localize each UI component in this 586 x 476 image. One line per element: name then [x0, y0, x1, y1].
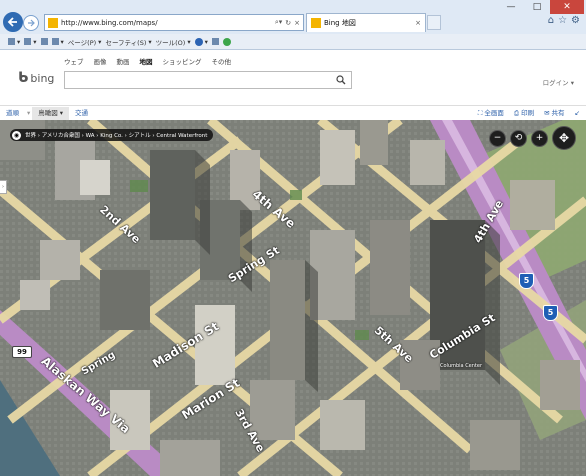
favorites-star-icon[interactable]: ☆ — [558, 15, 567, 26]
scope-nav: ウェブ 画像 動画 地図 ショッピング その他 — [64, 56, 231, 66]
address-url: http://www.bing.com/maps/ — [61, 18, 158, 27]
tab-bing-maps[interactable]: Bing 地図 × — [306, 13, 426, 32]
collapse-button[interactable]: ↙ — [573, 107, 582, 120]
fullscreen-label: 全画面 — [484, 109, 504, 117]
feeds-cmd-button[interactable]: ▾ — [24, 38, 37, 46]
expand-panel-tab[interactable]: › — [0, 180, 7, 194]
tab-close-icon[interactable]: × — [415, 19, 421, 27]
research-icon — [211, 38, 219, 45]
share-button[interactable]: ✉ 共有 — [542, 107, 566, 120]
traffic-label: 交通 — [75, 108, 89, 117]
addon-icon — [222, 37, 231, 46]
help-cmd-button[interactable]: ▾ — [194, 37, 208, 46]
zoom-in-button[interactable]: + — [531, 129, 548, 147]
tab-favicon-icon — [311, 18, 321, 28]
map-controls: − ⟲ + ✥ — [489, 126, 576, 150]
traffic-button[interactable]: 交通 — [69, 107, 94, 120]
tools-menu[interactable]: ツール(O) ▾ — [156, 37, 191, 47]
printer-icon: ⎙ — [513, 109, 520, 117]
new-tab-button[interactable] — [427, 15, 441, 30]
i5-shield-icon-2: 5 — [543, 305, 558, 321]
stop-icon[interactable]: × — [294, 19, 300, 27]
building-label-columbia-center[interactable]: Columbia Center — [440, 363, 482, 369]
feeds-icon — [24, 38, 32, 45]
chevron-down-icon: ▾ — [59, 108, 64, 117]
view-mode-separator: ▾ — [27, 108, 31, 117]
login-link[interactable]: ログイン ▾ — [543, 77, 574, 87]
breadcrumb-text: 世界 › アメリカ合衆国 › WA › King Co. › シアトル › Ce… — [25, 133, 208, 139]
print-icon — [51, 38, 59, 45]
location-breadcrumb[interactable]: ◉ 世界 › アメリカ合衆国 › WA › King Co. › シアトル › … — [10, 129, 214, 141]
settings-gear-icon[interactable]: ⚙ — [571, 15, 580, 26]
fullscreen-icon: ⛶ — [477, 109, 483, 117]
birds-eye-map[interactable]: 4th Ave 2nd Ave Spring St Madison St Mar… — [0, 120, 586, 476]
forward-arrow-icon — [28, 19, 35, 27]
home-small-icon — [8, 38, 15, 45]
search-icon — [336, 75, 346, 85]
back-button[interactable] — [3, 12, 23, 32]
globe-icon: ◉ — [12, 130, 21, 140]
map-toolbar-right: ⛶ 全画面 ⎙ 印刷 ✉ 共有 ↙ — [476, 107, 582, 120]
share-icon: ✉ — [544, 109, 550, 117]
scope-videos[interactable]: 動画 — [117, 56, 130, 66]
address-bar[interactable]: http://www.bing.com/maps/ ⌕▾ ↻ × — [44, 14, 304, 31]
mail-icon — [40, 38, 48, 45]
directions-button[interactable]: 道順 — [0, 107, 25, 120]
fullscreen-button[interactable]: ⛶ 全画面 — [476, 107, 506, 120]
scope-web[interactable]: ウェブ — [64, 56, 84, 66]
bing-b-icon: ᑲ — [18, 70, 29, 86]
help-icon — [194, 37, 203, 46]
mail-cmd-button[interactable] — [40, 38, 48, 45]
tab-title: Bing 地図 — [324, 19, 356, 27]
navigation-compass-icon[interactable]: ✥ — [552, 126, 576, 150]
rotate-button[interactable]: ⟲ — [510, 129, 527, 147]
collapse-arrow-icon: ↙ — [574, 109, 580, 117]
print-cmd-button[interactable]: ▾ — [51, 38, 64, 46]
bing-wordmark: bing — [30, 71, 55, 85]
navigation-row: http://www.bing.com/maps/ ⌕▾ ↻ × Bing 地図… — [0, 10, 586, 34]
bing-logo[interactable]: ᑲ bing — [18, 70, 54, 86]
search-button[interactable] — [331, 72, 351, 88]
home-cmd-button[interactable]: ▾ — [8, 38, 20, 46]
page-menu[interactable]: ページ(P) ▾ — [68, 37, 102, 47]
share-label: 共有 — [551, 109, 565, 117]
view-mode-dropdown[interactable]: 鳥瞰図 ▾ — [32, 106, 70, 120]
zoom-out-button[interactable]: − — [489, 129, 506, 147]
view-mode-label: 鳥瞰図 — [38, 108, 58, 117]
login-label: ログイン — [542, 79, 569, 87]
browser-chrome: — □ ✕ http://www.bing.com/maps/ ⌕▾ ↻ × B… — [0, 0, 586, 50]
addon-cmd-button[interactable] — [222, 37, 231, 46]
print-map-button[interactable]: ⎙ 印刷 — [512, 107, 536, 120]
back-arrow-icon — [7, 17, 17, 27]
i5-shield-icon: 5 — [519, 273, 534, 289]
scope-maps[interactable]: 地図 — [140, 56, 153, 66]
tools-menu-label: ツール(O) — [155, 38, 186, 47]
bing-favicon-icon — [48, 17, 58, 28]
map-imagery — [0, 120, 586, 476]
scope-more[interactable]: その他 — [212, 56, 232, 66]
home-icon[interactable]: ⌂ — [548, 15, 554, 26]
refresh-icon[interactable]: ↻ — [285, 19, 291, 27]
route-99-shield-icon: 99 — [12, 346, 32, 358]
search-dropdown-icon[interactable]: ⌕▾ — [275, 18, 282, 27]
search-input[interactable] — [64, 71, 352, 89]
bing-header: ウェブ 画像 動画 地図 ショッピング その他 ᑲ bing ログイン ▾ — [0, 51, 586, 105]
browser-right-icons: ⌂ ☆ ⚙ — [548, 15, 580, 26]
research-cmd-button[interactable] — [211, 38, 219, 45]
forward-button[interactable] — [23, 15, 39, 31]
directions-label: 道順 — [6, 108, 19, 117]
safety-menu[interactable]: セーフティ(S) ▾ — [105, 37, 151, 47]
command-bar: ▾ ▾ ▾ ページ(P) ▾ セーフティ(S) ▾ ツール(O) ▾ ▾ — [0, 34, 586, 49]
map-toolbar: 道順 ▾ 鳥瞰図 ▾ 交通 ⛶ 全画面 ⎙ 印刷 ✉ 共有 ↙ — [0, 105, 586, 120]
scope-images[interactable]: 画像 — [94, 56, 107, 66]
page-menu-label: ページ(P) — [67, 38, 97, 47]
safety-menu-label: セーフティ(S) — [105, 38, 147, 47]
print-label: 印刷 — [521, 109, 535, 117]
scope-shopping[interactable]: ショッピング — [163, 56, 202, 66]
